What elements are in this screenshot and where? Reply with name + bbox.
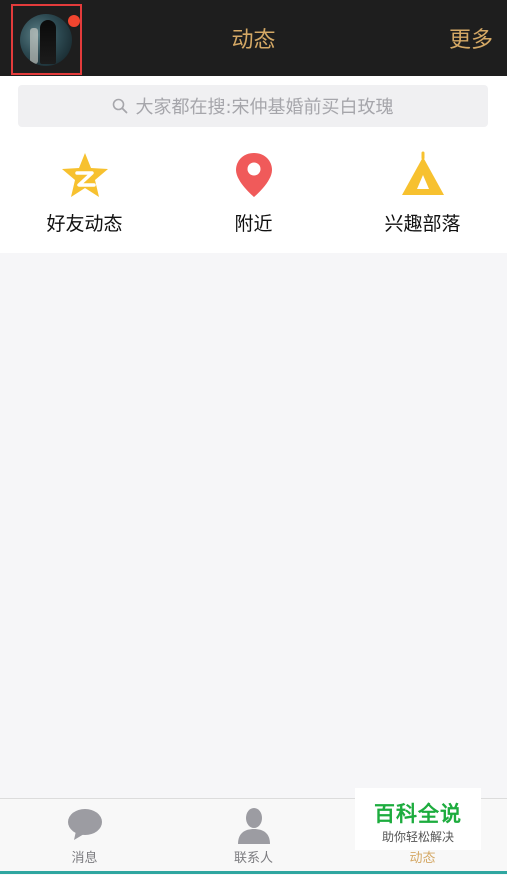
quick-links: 好友动态 附近 兴趣部落	[0, 135, 507, 253]
quick-link-label: 附近	[234, 213, 273, 235]
location-pin-icon	[169, 151, 338, 199]
quick-link-label: 兴趣部落	[384, 213, 461, 235]
tab-label: 消息	[71, 851, 98, 866]
tab-messages[interactable]: 消息	[0, 799, 169, 875]
tab-contacts[interactable]: 联系人	[169, 799, 338, 875]
more-button[interactable]: 更多	[449, 0, 493, 76]
chat-bubble-icon	[67, 809, 102, 840]
star-z-icon	[0, 151, 169, 199]
quick-link-friends-feed[interactable]: 好友动态	[0, 135, 169, 253]
watermark-title: 百科全说	[374, 802, 462, 826]
search-input[interactable]: 大家都在搜:宋仲基婚前买白玫瑰	[18, 85, 488, 127]
search-placeholder: 大家都在搜:宋仲基婚前买白玫瑰	[135, 97, 394, 118]
quick-link-nearby[interactable]: 附近	[169, 135, 338, 253]
top-bar: 动态 更多	[0, 0, 507, 76]
search-area: 大家都在搜:宋仲基婚前买白玫瑰	[0, 76, 507, 135]
search-icon	[112, 98, 128, 114]
page-title: 动态	[231, 28, 276, 53]
quick-link-interest-tribe[interactable]: 兴趣部落	[338, 135, 507, 253]
tent-icon	[338, 151, 507, 199]
watermark-subtitle: 助你轻松解决	[381, 830, 454, 844]
quick-link-label: 好友动态	[46, 213, 123, 235]
watermark-badge: 百科全说 助你轻松解决	[355, 788, 481, 850]
tab-label: 联系人	[233, 851, 273, 866]
person-icon	[237, 808, 270, 844]
